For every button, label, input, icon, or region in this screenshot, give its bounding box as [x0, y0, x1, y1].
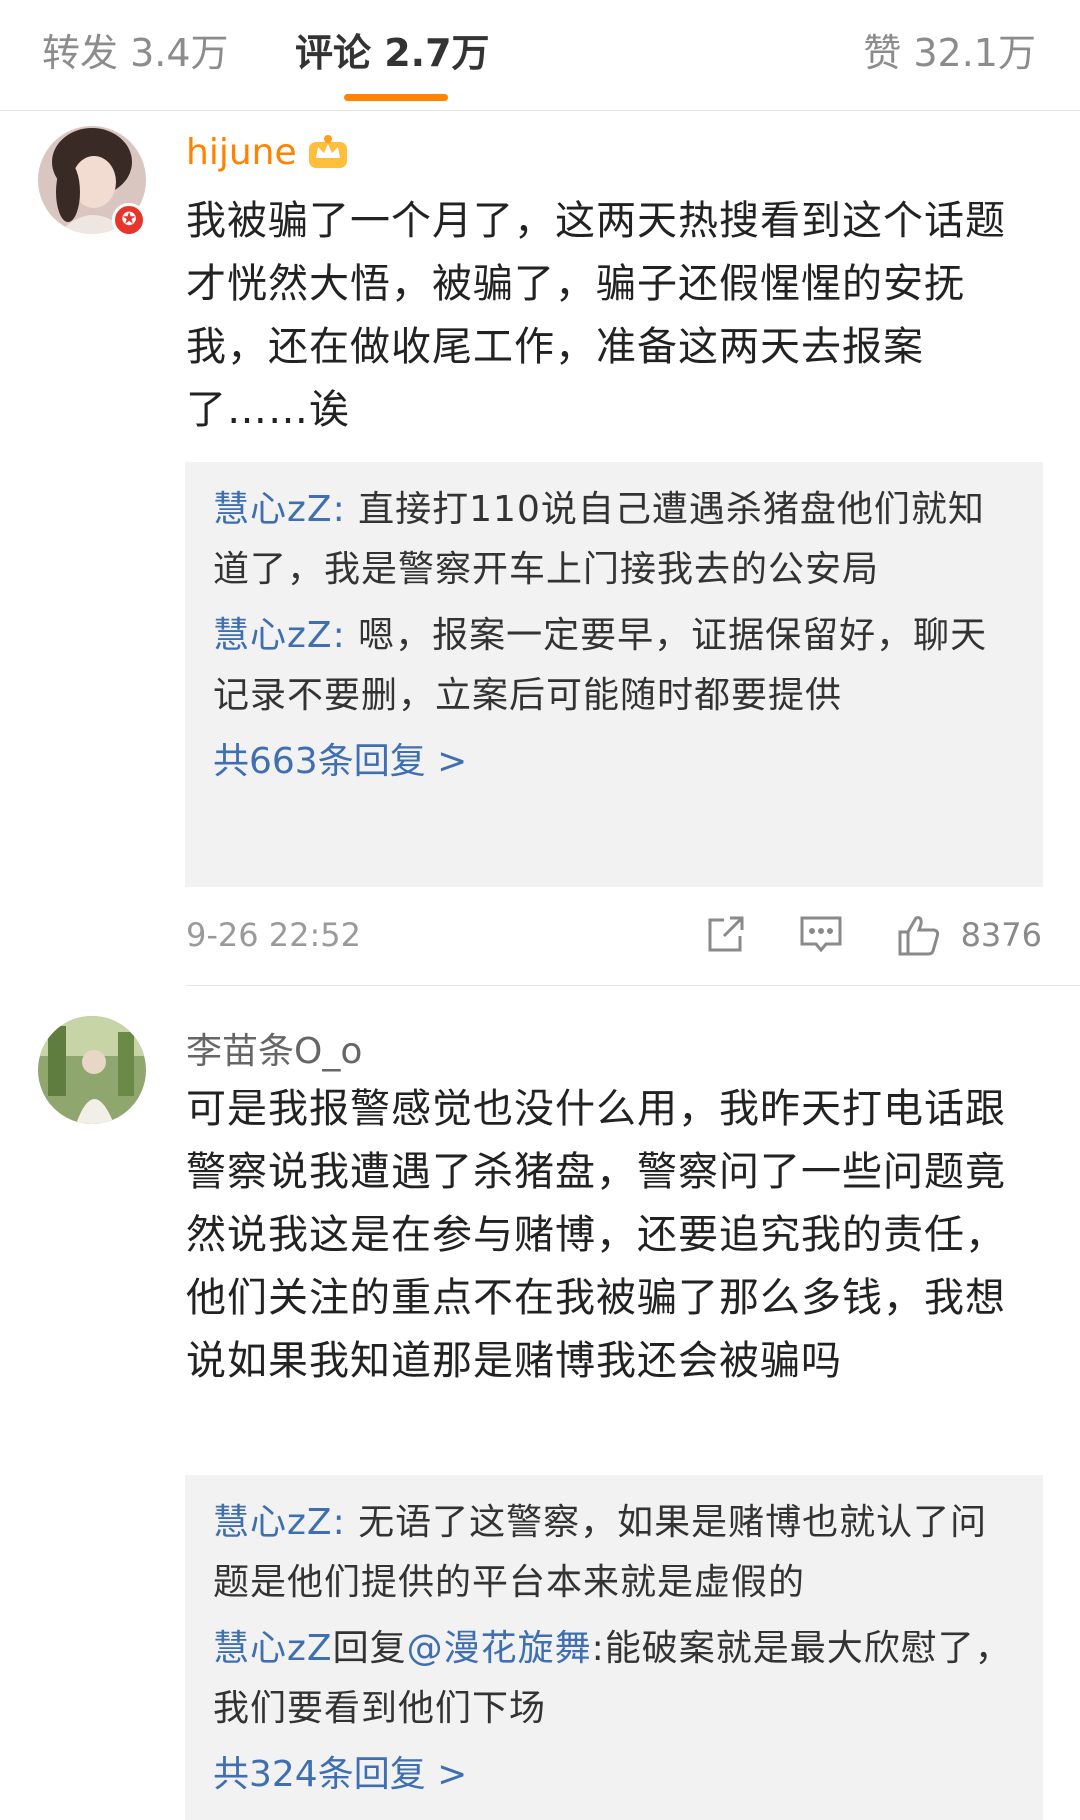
comment-author-row: 李苗条O_o [186, 1022, 362, 1074]
like-count: 8376 [960, 916, 1042, 954]
username[interactable]: 李苗条O_o [186, 1031, 362, 1072]
comment-text: 可是我报警感觉也没什么用，我昨天打电话跟警察说我遭遇了杀猪盘，警察问了一些问题竟… [186, 1086, 1006, 1384]
view-replies-link[interactable]: 共663条回复 > [213, 732, 1015, 792]
active-tab-indicator [344, 94, 448, 101]
comment-icon[interactable] [798, 912, 844, 956]
comment-author-row: hijune [186, 132, 349, 173]
avatar[interactable] [38, 1016, 146, 1124]
reply-item: 慧心zZ: 嗯，报案一定要早，证据保留好，聊天记录不要删，立案后可能随时都要提供 [213, 606, 1015, 726]
tab-forwards[interactable]: 转发 3.4万 [42, 22, 229, 77]
reply-item: 慧心zZ: 直接打110说自己遭遇杀猪盘他们就知道了，我是警察开车上门接我去的公… [213, 480, 1015, 600]
like-icon[interactable] [896, 912, 942, 958]
vip-crown-icon [308, 135, 347, 168]
comment-text: 我被骗了一个月了，这两天热搜看到这个话题才恍然大悟，被骗了，骗子还假惺惺的安抚我… [186, 198, 1006, 433]
view-replies-link[interactable]: 共324条回复 > [213, 1745, 1015, 1805]
reply-username[interactable]: 慧心zZ [213, 1628, 333, 1669]
username[interactable]: hijune [186, 132, 297, 173]
reply-item: 慧心zZ回复@漫花旋舞:能破案就是最大欣慰了，我们要看到他们下场 [213, 1619, 1015, 1739]
comment-tab-bar: 转发 3.4万 评论 2.7万 赞 32.1万 [0, 0, 1080, 111]
reply-username[interactable]: 慧心zZ [213, 489, 333, 530]
reply-separator: : [332, 615, 359, 656]
share-icon[interactable] [704, 912, 748, 956]
reply-username[interactable]: 慧心zZ [213, 1502, 333, 1543]
tab-likes[interactable]: 赞 32.1万 [863, 22, 1036, 77]
tab-comments[interactable]: 评论 2.7万 [295, 22, 490, 77]
reply-box[interactable]: 慧心zZ: 直接打110说自己遭遇杀猪盘他们就知道了，我是警察开车上门接我去的公… [185, 462, 1043, 887]
verified-badge-icon: ✪ [112, 203, 146, 237]
reply-box[interactable]: 慧心zZ: 无语了这警察，如果是赌博也就认了问题是他们提供的平台本来就是虚假的 … [185, 1475, 1043, 1820]
reply-username[interactable]: 慧心zZ [213, 615, 333, 656]
comment-meta-row: 9-26 22:52 8376 [186, 912, 1042, 962]
comment-divider [186, 985, 1080, 986]
reply-word: 回复 [332, 1628, 407, 1669]
timestamp: 9-26 22:52 [186, 916, 362, 954]
reply-item: 慧心zZ: 无语了这警察，如果是赌博也就认了问题是他们提供的平台本来就是虚假的 [213, 1493, 1015, 1613]
mention-link[interactable]: @漫花旋舞 [407, 1628, 592, 1669]
reply-separator: : [332, 489, 359, 530]
reply-separator: : [332, 1502, 359, 1543]
